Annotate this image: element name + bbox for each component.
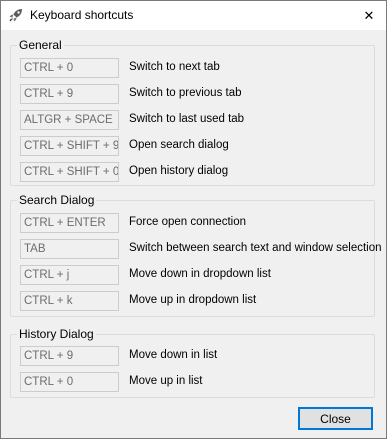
shortcut-description: Switch to next tab (129, 61, 220, 73)
shortcut-keys-field[interactable]: ALTGR + SPACE (20, 110, 119, 130)
title-bar[interactable]: Keyboard shortcuts ✕ (1, 1, 386, 30)
group-title-history-dialog: History Dialog (17, 327, 96, 341)
rocket-icon (9, 9, 22, 22)
shortcut-description: Force open connection (129, 216, 246, 228)
shortcut-keys-field[interactable]: CTRL + SHIFT + 9 (20, 136, 119, 156)
shortcut-keys-field[interactable]: CTRL + k (20, 291, 119, 311)
shortcut-description: Move up in list (129, 375, 203, 387)
window-title: Keyboard shortcuts (30, 8, 134, 22)
shortcut-keys-field[interactable]: CTRL + 9 (20, 346, 119, 366)
shortcut-keys-field[interactable]: CTRL + j (20, 265, 119, 285)
shortcut-description: Switch to last used tab (129, 113, 245, 125)
shortcut-keys-field[interactable]: CTRL + 0 (20, 372, 119, 392)
keyboard-shortcuts-dialog: Keyboard shortcuts ✕ General CTRL + 0 Sw… (0, 0, 387, 439)
group-history-dialog: History Dialog CTRL + 9 Move down in lis… (10, 327, 375, 398)
window-close-button[interactable]: ✕ (352, 1, 386, 30)
shortcut-keys-field[interactable]: CTRL + 9 (20, 84, 119, 104)
shortcut-description: Move down in dropdown list (129, 268, 271, 280)
group-title-general: General (17, 38, 64, 52)
shortcut-description: Move down in list (129, 349, 218, 361)
group-general: General CTRL + 0 Switch to next tab CTRL… (10, 38, 375, 186)
close-icon: ✕ (363, 7, 375, 23)
shortcut-description: Move up in dropdown list (129, 294, 257, 306)
group-title-search-dialog: Search Dialog (17, 193, 97, 207)
shortcut-keys-field[interactable]: CTRL + 0 (20, 58, 119, 78)
shortcut-keys-field[interactable]: CTRL + SHIFT + 0 (20, 162, 119, 182)
close-button[interactable]: Close (298, 407, 373, 430)
shortcut-description: Open history dialog (129, 165, 229, 177)
shortcut-keys-field[interactable]: CTRL + ENTER (20, 213, 119, 233)
shortcut-keys-field[interactable]: TAB (20, 239, 119, 259)
shortcut-description: Open search dialog (129, 139, 229, 151)
shortcut-description: Switch between search text and window se… (129, 242, 382, 254)
shortcut-description: Switch to previous tab (129, 87, 242, 99)
group-search-dialog: Search Dialog CTRL + ENTER Force open co… (10, 193, 382, 317)
